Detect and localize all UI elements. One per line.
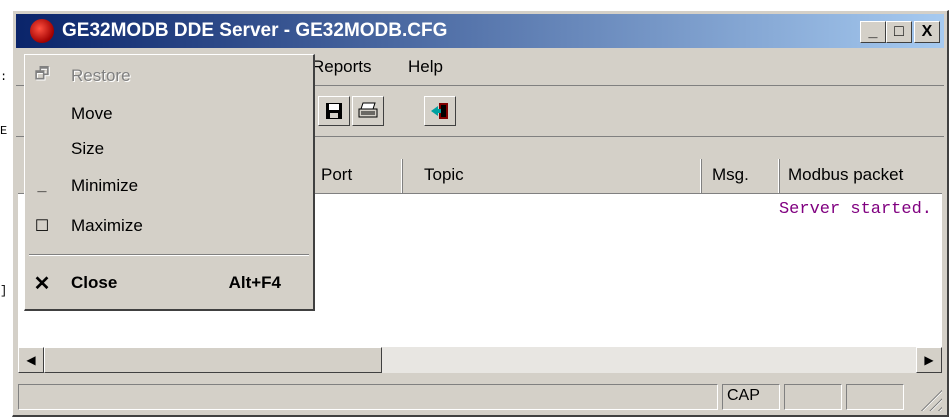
status-panel-scrl — [846, 384, 904, 410]
log-line: Server started. — [778, 200, 932, 219]
print-icon — [358, 102, 378, 118]
menu-item-accelerator: Alt+F4 — [228, 273, 281, 292]
exit-icon — [431, 103, 448, 119]
menu-item-label: Restore — [71, 66, 131, 85]
menu-item-label: Move — [71, 104, 113, 123]
window-title: GE32MODB DDE Server - GE32MODB.CFG — [62, 20, 448, 41]
menu-item-move[interactable]: Move — [25, 99, 313, 131]
menu-item-maximize[interactable]: ☐ Maximize — [25, 211, 313, 243]
menu-item-minimize[interactable]: _ Minimize — [25, 171, 313, 203]
restore-icon: 🗗 — [34, 65, 50, 83]
arrow-right-icon: ▶ — [924, 353, 934, 367]
desktop-fragment: ] — [0, 284, 8, 298]
status-panel-cap: CAP — [722, 384, 780, 410]
horizontal-scrollbar[interactable]: ◀ ▶ — [18, 347, 942, 373]
scroll-thumb[interactable] — [44, 347, 382, 373]
minimize-button[interactable]: _ — [860, 21, 886, 43]
menu-help[interactable]: Help — [408, 57, 443, 77]
column-topic[interactable]: Topic — [424, 165, 464, 185]
column-divider — [700, 159, 702, 193]
desktop-fragment: : — [0, 70, 8, 84]
menu-item-label: Maximize — [71, 216, 143, 235]
column-msg[interactable]: Msg. — [712, 165, 749, 185]
column-port[interactable]: Port — [321, 165, 352, 185]
close-icon: ✕ — [33, 272, 51, 295]
save-button[interactable] — [318, 96, 350, 126]
save-icon — [326, 103, 342, 119]
column-modbus-packet[interactable]: Modbus packet — [788, 165, 903, 185]
menu-item-label: Minimize — [71, 176, 139, 195]
title-bar[interactable]: GE32MODB DDE Server - GE32MODB.CFG _ □ X — [16, 14, 944, 48]
column-divider — [778, 159, 780, 193]
status-panel-main — [18, 384, 718, 410]
resize-grip[interactable] — [920, 389, 942, 411]
menu-reports[interactable]: Reports — [312, 57, 372, 77]
column-divider — [401, 159, 403, 193]
app-icon[interactable] — [30, 19, 54, 43]
print-button[interactable] — [352, 96, 384, 126]
menu-item-close[interactable]: ✕ Close Alt+F4 — [25, 268, 313, 300]
maximize-button[interactable]: □ — [886, 21, 912, 43]
desktop-fragment: E — [0, 124, 8, 138]
menu-item-restore[interactable]: 🗗 Restore — [25, 61, 313, 93]
menu-separator — [29, 254, 309, 256]
close-button[interactable]: X — [914, 21, 940, 43]
maximize-icon: ☐ — [34, 218, 50, 235]
status-panel-num — [784, 384, 842, 410]
menu-item-label: Size — [71, 139, 105, 158]
status-bar: CAP — [16, 381, 944, 413]
menu-item-label: Close — [71, 273, 118, 292]
scroll-left-button[interactable]: ◀ — [18, 347, 44, 373]
minimize-icon: _ — [37, 177, 47, 194]
exit-button[interactable] — [424, 96, 456, 126]
menu-item-size[interactable]: Size — [25, 134, 313, 166]
system-menu: 🗗 Restore Move Size _ Minimize ☐ Maximiz… — [24, 54, 315, 311]
scroll-right-button[interactable]: ▶ — [916, 347, 942, 373]
arrow-left-icon: ◀ — [26, 353, 36, 367]
